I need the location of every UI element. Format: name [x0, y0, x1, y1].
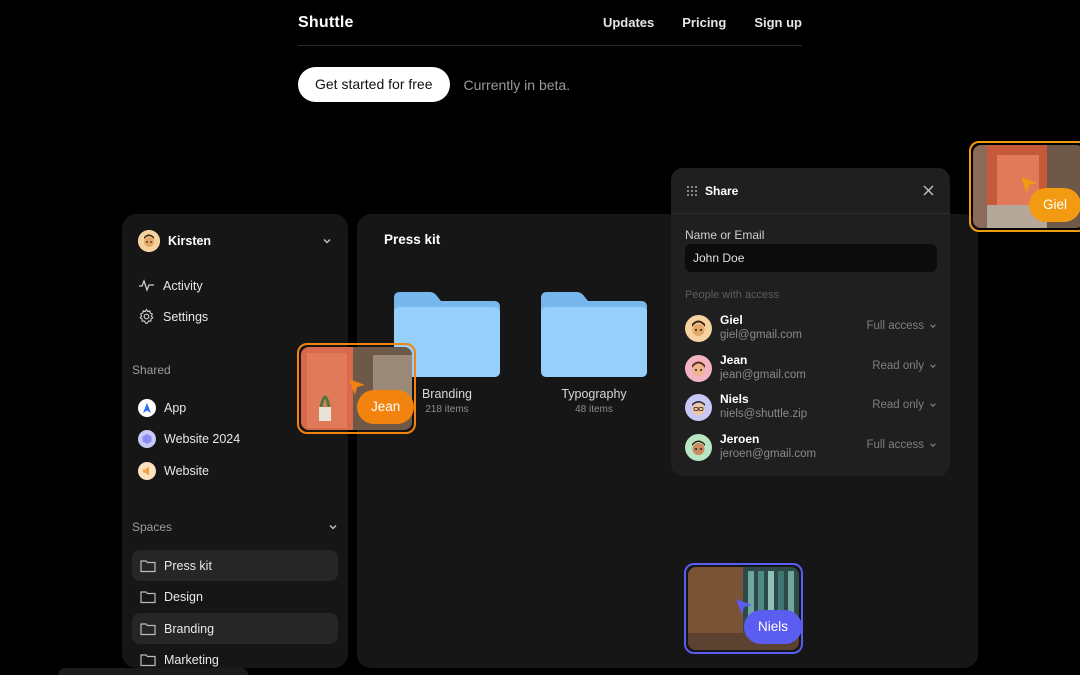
top-nav: Shuttle Updates Pricing Sign up [298, 0, 802, 46]
chevron-down-icon [930, 364, 936, 369]
shared-item-label: Website 2024 [164, 432, 241, 446]
person-email: niels@shuttle.zip [720, 408, 808, 420]
avatar [685, 355, 712, 382]
space-item-design[interactable]: Design [132, 581, 338, 612]
name-email-label: Name or Email [685, 228, 765, 242]
sidebar-item-label: Activity [163, 278, 203, 293]
chevron-down-icon[interactable] [328, 522, 338, 532]
person-email: jean@gmail.com [720, 369, 806, 381]
space-item-label: Press kit [164, 558, 212, 573]
person-name: Jean [720, 353, 748, 367]
folder-count: 48 items [575, 404, 613, 415]
space-item-press-kit[interactable]: Press kit [132, 550, 338, 581]
access-label: Read only [872, 399, 924, 411]
avatar [685, 434, 712, 461]
shared-item-website-2024[interactable]: Website 2024 [138, 430, 240, 448]
cursor-name-tag: Giel [1029, 188, 1080, 222]
space-item-marketing[interactable]: Marketing [132, 644, 338, 668]
shared-item-app[interactable]: App [138, 399, 186, 417]
folder-icon [140, 653, 156, 666]
person-email: giel@gmail.com [720, 329, 802, 341]
share-dialog-title: Share [705, 184, 739, 198]
shared-item-label: Website [164, 464, 209, 478]
user-avatar [138, 230, 160, 252]
user-switcher[interactable]: Kirsten [138, 230, 332, 252]
chevron-down-icon [930, 403, 936, 408]
space-item-branding[interactable]: Branding [132, 613, 338, 644]
share-dialog: Share Name or Email People with access G… [671, 168, 950, 476]
activity-icon [139, 279, 154, 292]
spaces-label: Spaces [132, 520, 173, 534]
shared-item-website[interactable]: Website [138, 462, 209, 480]
person-email: jeroen@gmail.com [720, 448, 817, 460]
cursor-name-tag: Jean [357, 390, 414, 424]
cursor-card-jean: Jean [297, 343, 416, 434]
gear-icon [139, 308, 154, 325]
folder-name: Typography [561, 387, 627, 401]
sidebar: Kirsten Activity Settings Shared App Web… [122, 214, 348, 668]
person-row-jeroen: Jeroen jeroen@gmail.com Full access [685, 430, 937, 464]
hexagon-icon [138, 430, 156, 448]
drag-grid-icon[interactable] [686, 185, 698, 197]
shared-item-label: App [164, 401, 187, 415]
person-row-niels: Niels niels@shuttle.zip Read only [685, 390, 937, 424]
avatar [685, 394, 712, 421]
space-item-label: Design [164, 589, 203, 604]
close-icon[interactable] [922, 184, 935, 197]
nav-link-signup[interactable]: Sign up [754, 15, 802, 30]
sidebar-item-activity[interactable]: Activity [138, 277, 203, 294]
nav-link-pricing[interactable]: Pricing [682, 15, 726, 30]
chevron-down-icon [930, 324, 936, 329]
cursor-name-tag: Niels [744, 610, 801, 644]
share-dialog-header: Share [671, 168, 950, 214]
hero-cta-row: Get started for free Currently in beta. [298, 67, 570, 102]
user-name: Kirsten [168, 234, 212, 248]
access-dropdown[interactable]: Read only [872, 399, 937, 411]
person-name: Giel [720, 313, 743, 327]
person-row-giel: Giel giel@gmail.com Full access [685, 311, 937, 345]
access-dropdown[interactable]: Read only [872, 360, 937, 372]
access-label: Read only [872, 360, 924, 372]
chevron-down-icon[interactable] [322, 236, 332, 246]
page-title: Press kit [384, 232, 441, 247]
folder-typography[interactable]: Typography 48 items [541, 292, 647, 415]
compass-icon [138, 399, 156, 417]
person-name: Niels [720, 392, 749, 406]
person-name: Jeroen [720, 432, 760, 446]
cursor-card-niels: Niels [684, 563, 803, 654]
space-item-label: Marketing [164, 652, 219, 667]
shared-section-label: Shared [132, 363, 171, 377]
access-dropdown[interactable]: Full access [866, 439, 937, 451]
folder-icon [140, 590, 156, 603]
nav-links: Updates Pricing Sign up [603, 15, 802, 30]
spaces-section-label: Spaces [132, 520, 338, 534]
sidebar-item-settings[interactable]: Settings [138, 308, 208, 325]
cursor-card-giel: Giel [969, 141, 1080, 232]
get-started-button[interactable]: Get started for free [298, 67, 450, 102]
people-with-access-label: People with access [685, 289, 780, 301]
brand-logo[interactable]: Shuttle [298, 14, 354, 32]
access-label: Full access [866, 320, 924, 332]
person-row-jean: Jean jean@gmail.com Read only [685, 351, 937, 385]
sidebar-item-label: Settings [163, 309, 209, 324]
beta-text: Currently in beta. [463, 76, 571, 93]
name-email-input[interactable] [685, 244, 937, 272]
folder-icon [541, 292, 647, 377]
speaker-icon [138, 462, 156, 480]
space-item-label: Branding [164, 621, 215, 636]
folder-icon [140, 622, 156, 635]
avatar [685, 315, 712, 342]
chevron-down-icon [930, 443, 936, 448]
access-dropdown[interactable]: Full access [866, 320, 937, 332]
nav-link-updates[interactable]: Updates [603, 15, 654, 30]
access-label: Full access [866, 439, 924, 451]
bottom-partial-element [58, 668, 248, 675]
folder-icon [140, 559, 156, 572]
